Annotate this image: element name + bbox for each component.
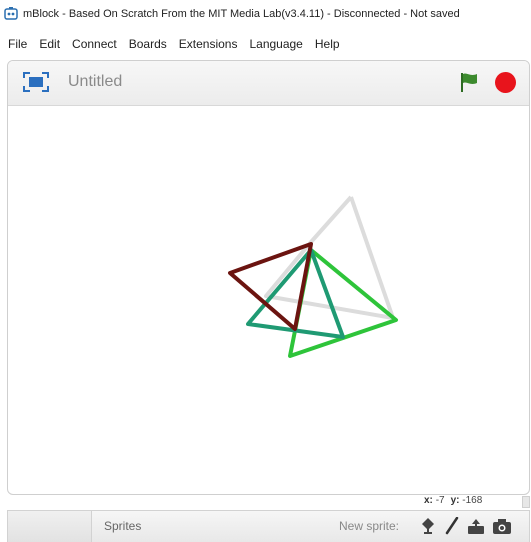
resize-handle[interactable]: [522, 496, 530, 508]
mouse-coordinates: x: -7 y: -168: [424, 495, 482, 506]
menu-extensions[interactable]: Extensions: [173, 37, 244, 51]
x-coord-label: x:: [424, 495, 433, 506]
new-sprite-label: New sprite:: [339, 519, 400, 533]
menu-boards[interactable]: Boards: [123, 37, 173, 51]
menu-language[interactable]: Language: [243, 37, 308, 51]
mblock-app-icon: [4, 7, 18, 20]
stage-header: Untitled: [8, 61, 529, 106]
title-bar: mBlock - Based On Scratch From the MIT M…: [0, 0, 531, 28]
x-coord-value: -7: [435, 495, 445, 506]
green-flag-icon[interactable]: [459, 71, 479, 93]
stage-panel: Untitled: [7, 60, 530, 495]
menu-help[interactable]: Help: [309, 37, 346, 51]
menu-bar: File Edit Connect Boards Extensions Lang…: [0, 34, 531, 54]
window-title: mBlock - Based On Scratch From the MIT M…: [23, 8, 460, 20]
sprites-bar: Sprites New sprite:: [7, 510, 530, 542]
stop-icon[interactable]: [495, 72, 516, 93]
menu-connect[interactable]: Connect: [66, 37, 123, 51]
fullscreen-toggle-icon[interactable]: [23, 72, 49, 92]
menu-file[interactable]: File: [0, 37, 33, 51]
sprites-label: Sprites: [104, 519, 142, 533]
stage-canvas[interactable]: [8, 106, 529, 494]
camera-icon[interactable]: [492, 517, 512, 535]
y-coord-value: -168: [462, 495, 483, 506]
paint-new-sprite-icon[interactable]: [442, 517, 462, 535]
menu-edit[interactable]: Edit: [33, 37, 66, 51]
upload-sprite-icon[interactable]: [466, 517, 486, 535]
y-coord-label: y:: [450, 495, 460, 506]
stage-thumbnail-tab[interactable]: [8, 511, 92, 542]
project-title[interactable]: Untitled: [68, 73, 122, 91]
choose-sprite-from-library-icon[interactable]: [418, 517, 438, 535]
